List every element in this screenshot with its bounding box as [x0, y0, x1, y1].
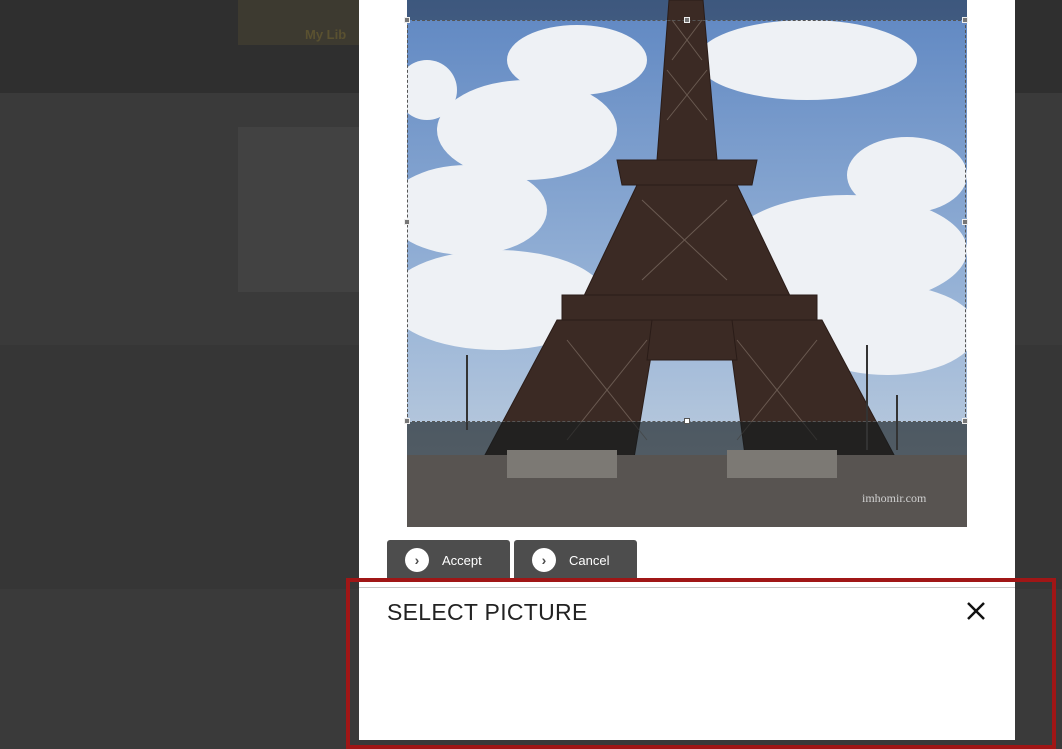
photo-watermark: imhomir.com: [862, 491, 927, 505]
accept-label: Accept: [442, 552, 482, 568]
crop-handle-bottom-left[interactable]: [404, 418, 410, 424]
crop-handle-top-left[interactable]: [404, 17, 410, 23]
accept-button[interactable]: › Accept: [387, 540, 510, 580]
cancel-button[interactable]: › Cancel: [514, 540, 637, 580]
divider: [359, 587, 1015, 588]
background-card: [238, 127, 360, 292]
crop-handle-top-right[interactable]: [962, 17, 968, 23]
background-library-link: My Lib: [305, 27, 347, 42]
picture-modal: imhomir.com › Accept › Cancel SELECT PIC…: [359, 0, 1015, 740]
crop-handle-bottom-center[interactable]: [684, 418, 690, 424]
dialog-title: SELECT PICTURE: [387, 599, 588, 625]
crop-handle-middle-right[interactable]: [962, 219, 968, 225]
chevron-right-icon: ›: [532, 548, 556, 572]
crop-handle-bottom-right[interactable]: [962, 418, 968, 424]
chevron-right-icon: ›: [405, 548, 429, 572]
crop-handle-middle-left[interactable]: [404, 219, 410, 225]
crop-selection[interactable]: [404, 17, 968, 424]
cancel-label: Cancel: [569, 552, 610, 568]
close-icon[interactable]: [964, 599, 988, 623]
crop-handle-top-center[interactable]: [684, 17, 690, 23]
